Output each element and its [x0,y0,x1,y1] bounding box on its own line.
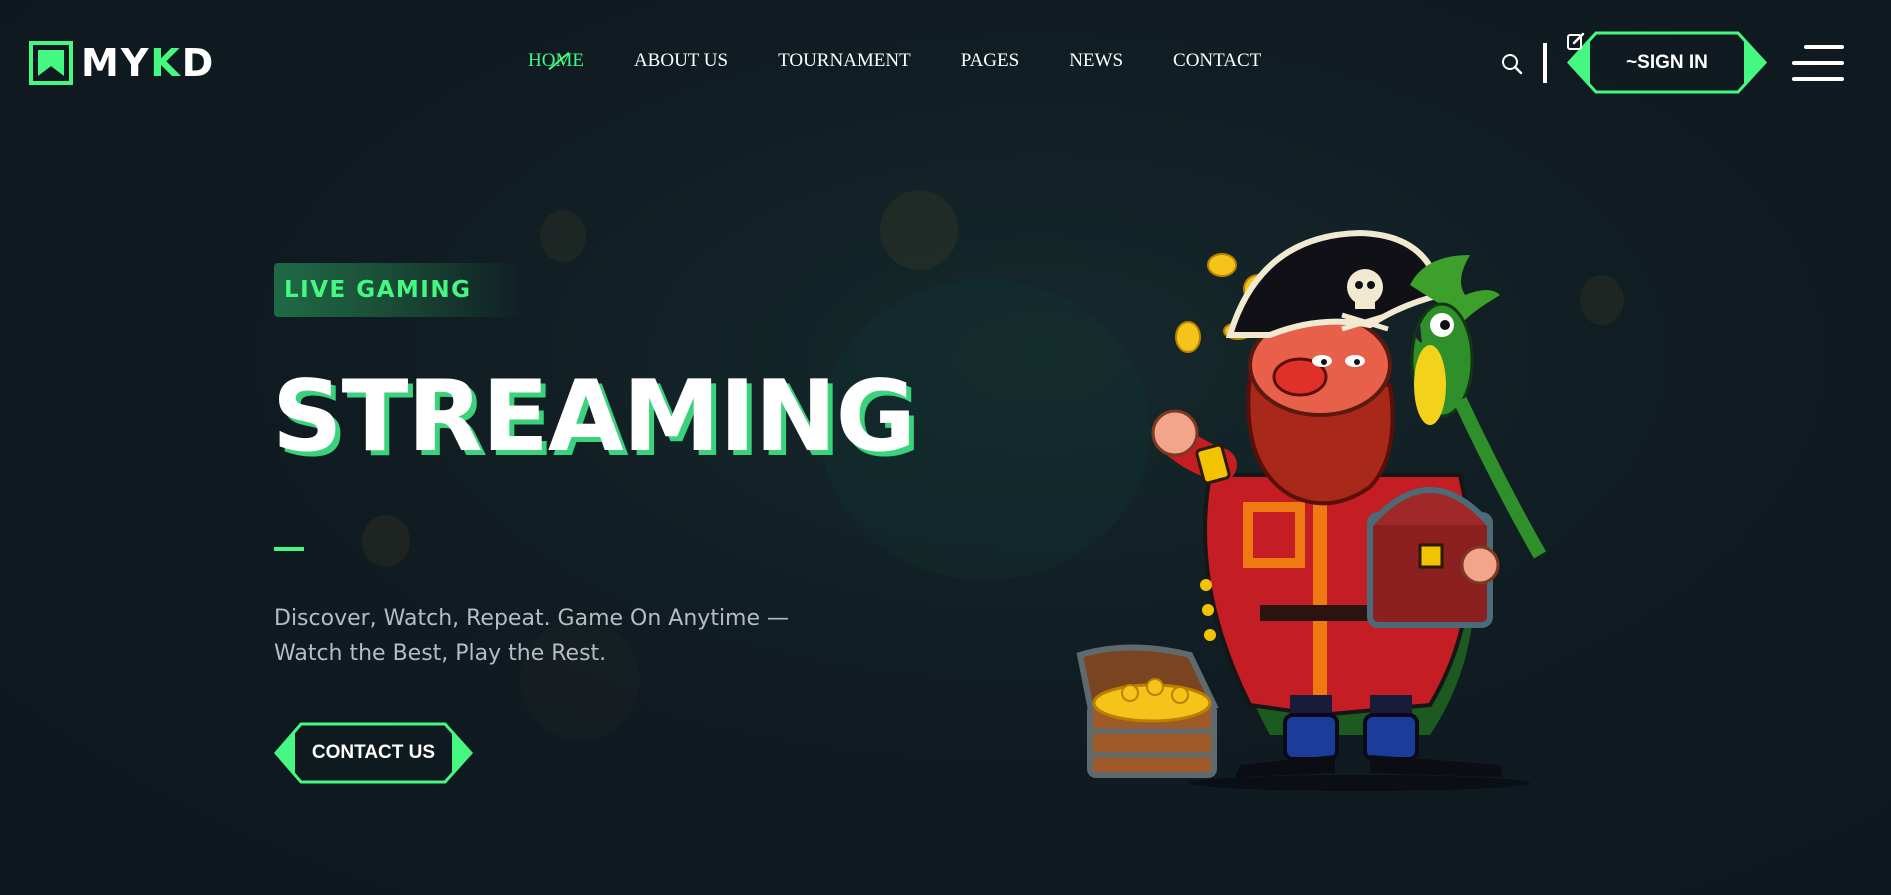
nav-item-tournament[interactable]: TOURNAMENT [778,50,911,72]
contact-us-label: CONTACT US [311,742,436,763]
hero-title: STREAMING [272,360,916,474]
edit-icon [1567,32,1585,50]
hero-description: Discover, Watch, Repeat. Game On Anytime… [274,606,790,666]
header-divider [1543,43,1547,83]
sign-in-label: ~SIGN IN [1626,51,1708,73]
logo-icon [29,41,73,85]
nav-item-news[interactable]: NEWS [1069,50,1123,72]
hamburger-menu-icon [1804,45,1844,49]
search-icon [1502,54,1523,75]
nav-item-about-us[interactable]: ABOUT US [634,50,728,72]
logo[interactable]: MYKD [29,38,215,88]
search-button[interactable] [1500,52,1524,76]
hamburger-menu-button[interactable] [1792,45,1844,83]
sign-in-button[interactable]: ~SIGN IN [1566,31,1768,94]
treasure-chest-icon [1076,644,1219,778]
nav-item-pages[interactable]: PAGES [961,50,1019,72]
pirate-illustration [1070,225,1560,795]
hero-tag-badge: LIVE GAMING [274,263,524,317]
contact-us-button[interactable]: CONTACT US [273,722,474,784]
hero-divider [274,547,304,551]
nav-item-contact[interactable]: CONTACT [1173,50,1261,72]
main-nav: HOME ABOUT US TOURNAMENT PAGES NEWS CONT… [528,50,1311,72]
nav-item-home[interactable]: HOME [528,50,584,72]
hero-tag-label: LIVE GAMING [284,277,472,303]
logo-text: MYKD [81,41,216,85]
site-header: MYKD HOME ABOUT US TOURNAMENT PAGES NEWS… [0,0,1891,126]
